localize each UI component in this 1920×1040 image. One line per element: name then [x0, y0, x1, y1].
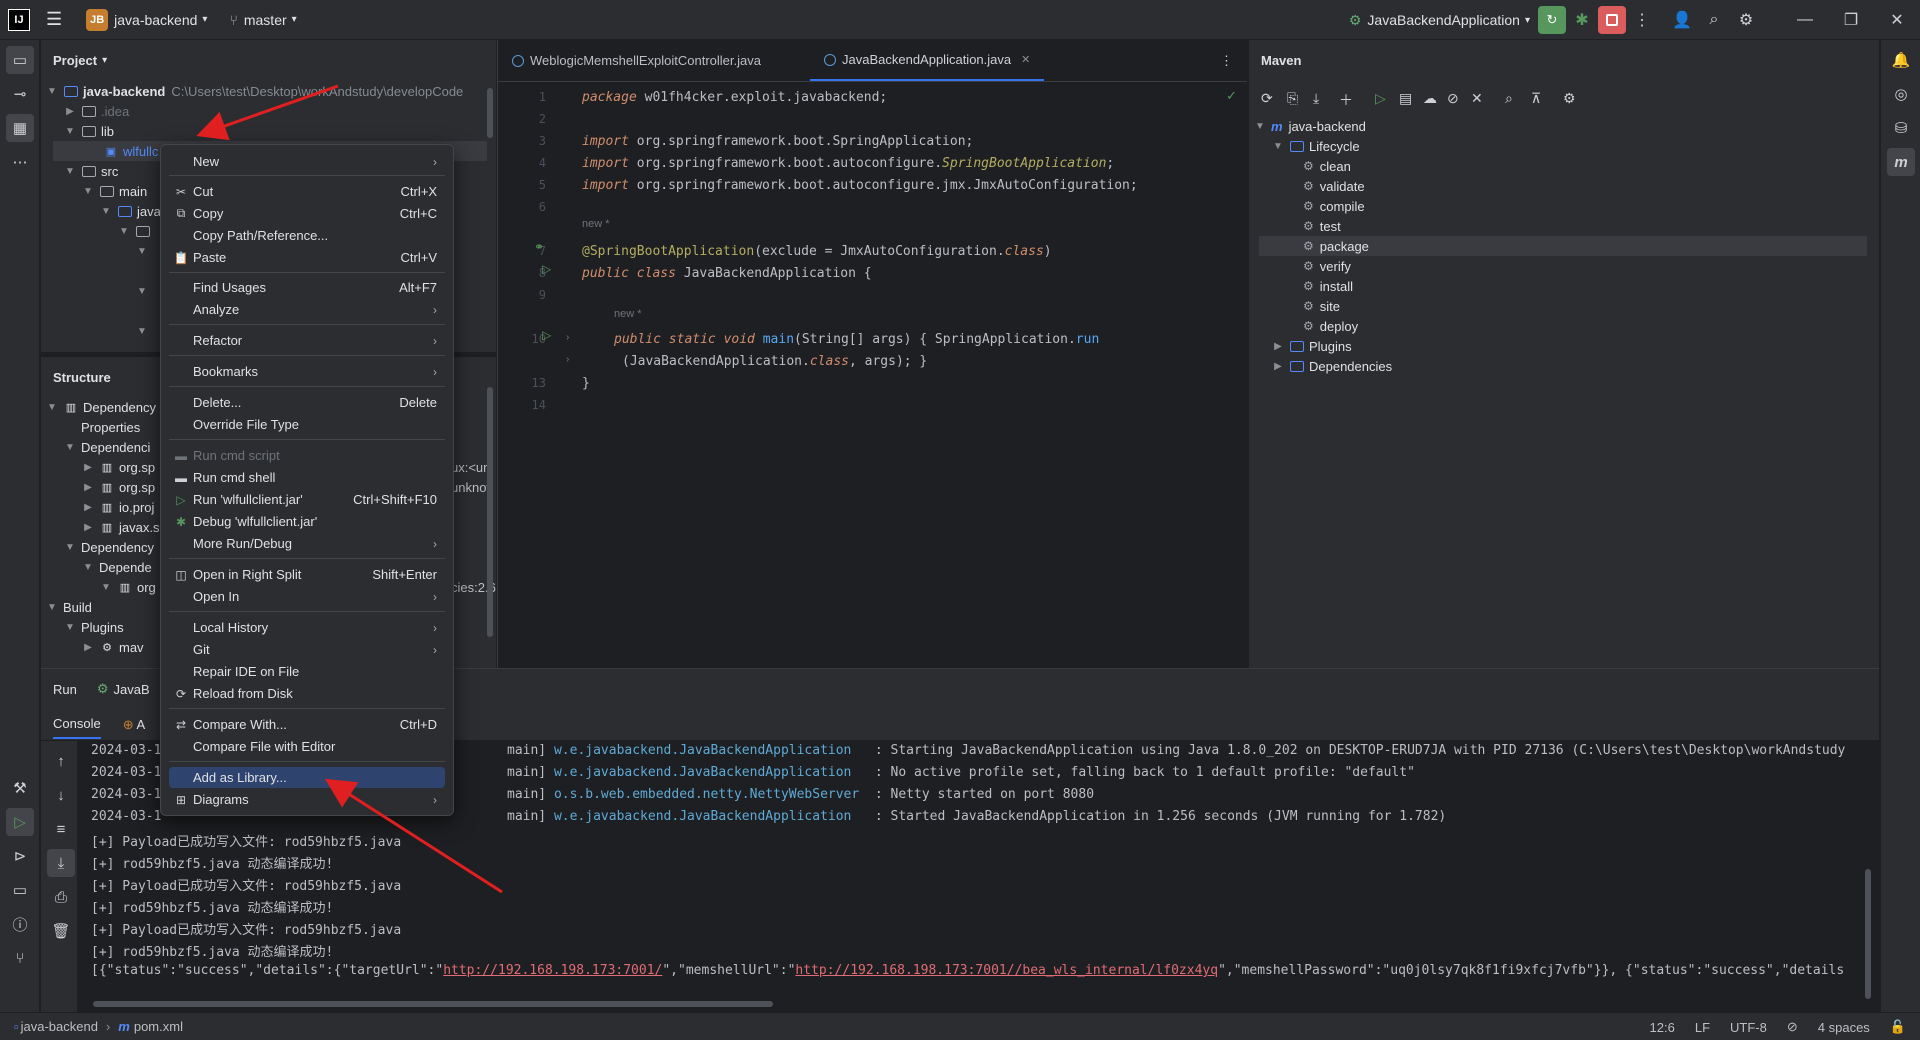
annotation-arrow-to-jar — [196, 84, 339, 141]
annotation-arrow-to-add-library — [324, 778, 503, 894]
annotation-arrows — [196, 84, 503, 894]
ide-window: IJ ☰ JB java-backend ▾ ⑂ master ▾ ⚙ Java… — [0, 0, 1920, 1040]
